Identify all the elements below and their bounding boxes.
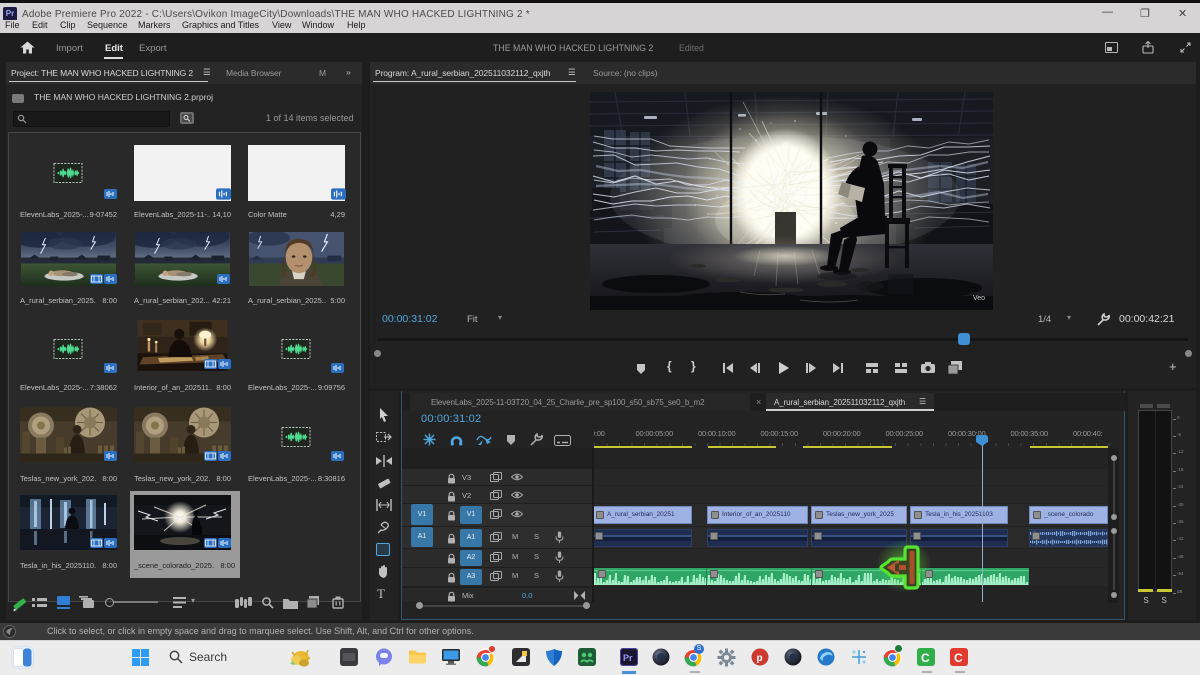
- svg-text:Veo: Veo: [973, 295, 985, 302]
- svg-text:Pr: Pr: [623, 653, 633, 663]
- svg-text:C: C: [921, 651, 930, 665]
- svg-text:C: C: [954, 651, 963, 665]
- svg-text:T: T: [377, 587, 385, 600]
- svg-text:p: p: [757, 653, 763, 664]
